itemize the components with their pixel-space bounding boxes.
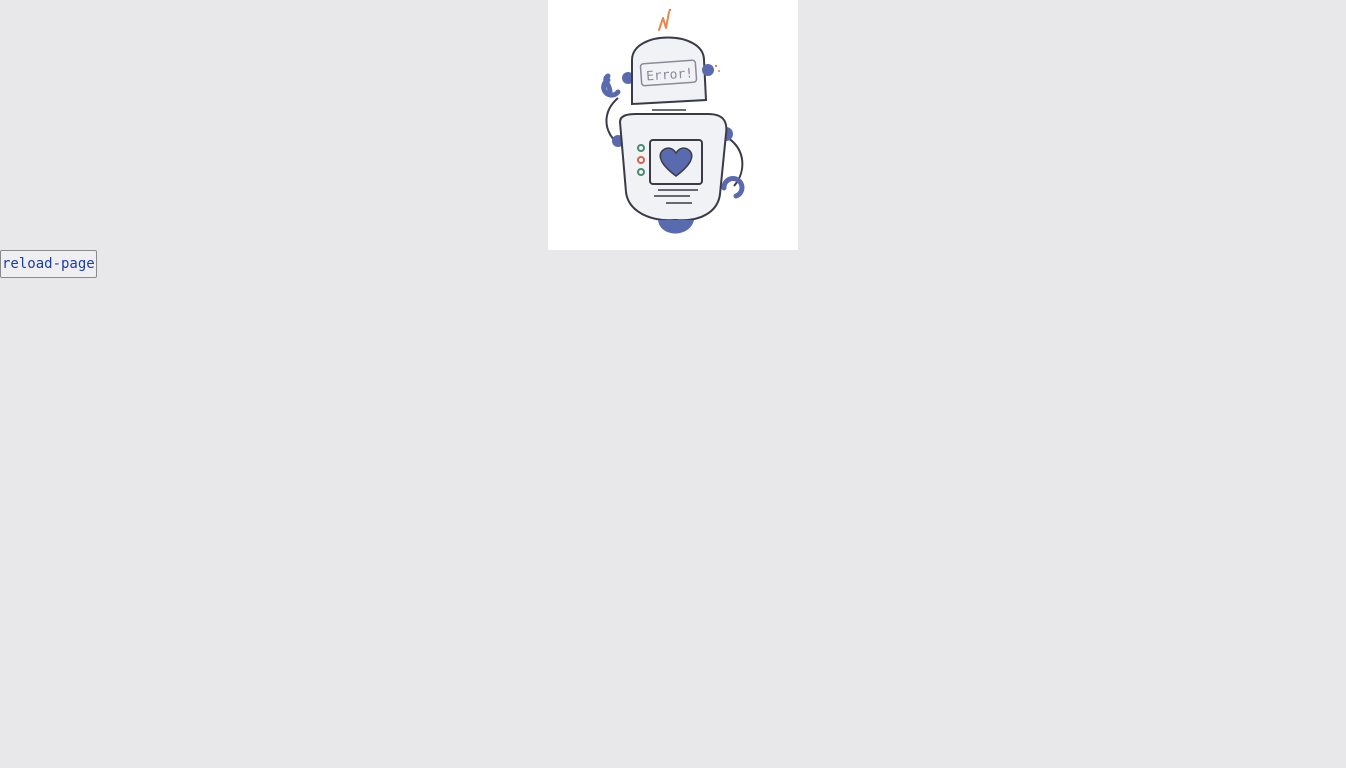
error-illustration: Error! bbox=[548, 0, 798, 250]
spark-icon bbox=[658, 11, 670, 31]
error-robot-icon: Error! bbox=[601, 8, 745, 234]
reload-page-button[interactable]: reload-page bbox=[0, 250, 97, 278]
